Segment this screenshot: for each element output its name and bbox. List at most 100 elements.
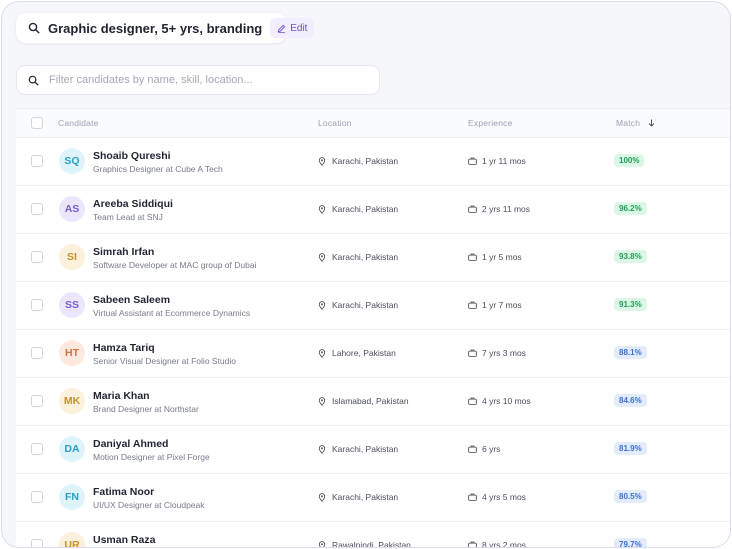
map-pin-icon: [318, 204, 327, 214]
table-row[interactable]: SS Sabeen Saleem Virtual Assistant at Ecom…: [16, 282, 730, 330]
match-badge: 93.8%: [614, 250, 647, 263]
experience-text: 4 yrs 10 mos: [482, 396, 531, 406]
candidate-title: Senior Visual Designer at Folio Studio: [93, 356, 237, 366]
table-row[interactable]: MK Maria Khan Brand Designer at Northstar I…: [16, 378, 730, 426]
candidate-title: Team Lead at SNJ: [93, 212, 163, 222]
map-pin-icon: [318, 300, 327, 310]
edit-label: Edit: [290, 22, 308, 34]
row-checkbox[interactable]: [31, 539, 43, 547]
candidate-experience: 8 yrs 2 mos: [468, 540, 526, 548]
candidate-title: UI/UX Designer at Cloudpeak: [93, 500, 205, 510]
location-text: Karachi, Pakistan: [332, 444, 399, 454]
match-badge: 79.7%: [614, 538, 647, 547]
row-checkbox[interactable]: [31, 395, 43, 407]
candidate-name[interactable]: Shoaib Qureshi: [93, 150, 171, 162]
map-pin-icon: [318, 540, 327, 547]
arrow-down-icon: [648, 119, 655, 127]
header-match: Match: [616, 118, 641, 128]
candidate-title: Virtual Assistant at Ecommerce Dynamics: [93, 308, 251, 318]
candidate-title: Software Developer at MAC group of Dubai: [93, 260, 257, 270]
row-checkbox[interactable]: [31, 491, 43, 503]
header-location[interactable]: Location: [318, 118, 352, 128]
table-body: SQ Shoaib Qureshi Graphics Designer at Cub…: [16, 138, 730, 548]
candidate-experience: 1 yr 11 mos: [468, 156, 526, 166]
avatar: FN: [59, 484, 85, 510]
map-pin-icon: [318, 492, 327, 502]
candidate-name[interactable]: Hamza Tariq: [93, 342, 155, 354]
filter-candidates-input[interactable]: [47, 73, 351, 87]
experience-text: 8 yrs 2 mos: [482, 540, 526, 548]
candidate-location: Karachi, Pakistan: [318, 156, 398, 166]
candidate-name[interactable]: Fatima Noor: [93, 486, 154, 498]
experience-text: 2 yrs 11 mos: [482, 204, 531, 214]
candidate-title: Brand Designer at Northstar: [93, 404, 199, 414]
table-row[interactable]: SI Simrah Irfan Software Developer at MAC …: [16, 234, 730, 282]
search-icon: [28, 75, 39, 86]
candidate-experience: 2 yrs 11 mos: [468, 204, 530, 214]
table-row[interactable]: FN Fatima Noor UI/UX Designer at Cloudpeak…: [16, 474, 730, 522]
avatar: SS: [59, 292, 85, 318]
candidate-location: Islamabad, Pakistan: [318, 396, 409, 406]
header-experience[interactable]: Experience: [468, 118, 513, 128]
briefcase-icon: [468, 349, 477, 358]
candidate-name[interactable]: Usman Raza: [93, 534, 155, 546]
search-query-chip[interactable]: Graphic designer, 5+ yrs, branding Edit: [16, 13, 315, 43]
row-checkbox[interactable]: [31, 251, 43, 263]
avatar: SQ: [59, 148, 85, 174]
match-badge: 100%: [614, 154, 645, 167]
avatar: AS: [59, 196, 85, 222]
header-match-sort[interactable]: Match: [616, 118, 655, 128]
select-all-checkbox[interactable]: [31, 117, 43, 129]
match-badge: 96.2%: [614, 202, 647, 215]
header-candidate[interactable]: Candidate: [58, 118, 99, 128]
candidate-name[interactable]: Simrah Irfan: [93, 246, 154, 258]
location-text: Karachi, Pakistan: [332, 252, 399, 262]
experience-text: 1 yr 5 mos: [482, 252, 522, 262]
location-text: Karachi, Pakistan: [332, 300, 399, 310]
table-row[interactable]: HT Hamza Tariq Senior Visual Designer at F…: [16, 330, 730, 378]
filter-candidates-field[interactable]: [16, 65, 380, 95]
candidate-location: Lahore, Pakistan: [318, 348, 396, 358]
experience-text: 7 yrs 3 mos: [482, 348, 526, 358]
map-pin-icon: [318, 348, 327, 358]
match-badge: 91.3%: [614, 298, 647, 311]
match-badge: 88.1%: [614, 346, 647, 359]
candidate-location: Karachi, Pakistan: [318, 252, 398, 262]
candidate-name[interactable]: Daniyal Ahmed: [93, 438, 168, 450]
row-checkbox[interactable]: [31, 155, 43, 167]
row-checkbox[interactable]: [31, 299, 43, 311]
candidate-name[interactable]: Areeba Siddiqui: [93, 198, 173, 210]
experience-text: 1 yr 11 mos: [482, 156, 526, 166]
table-row[interactable]: UR Usman Raza Rawalpindi, Pakistan 8 yrs 2 …: [16, 522, 730, 548]
table-row[interactable]: AS Areeba Siddiqui Team Lead at SNJ Karachi…: [16, 186, 730, 234]
row-checkbox[interactable]: [31, 347, 43, 359]
candidate-location: Karachi, Pakistan: [318, 492, 398, 502]
row-checkbox[interactable]: [31, 203, 43, 215]
briefcase-icon: [468, 493, 477, 502]
candidate-name[interactable]: Sabeen Saleem: [93, 294, 170, 306]
edit-query-button[interactable]: Edit: [270, 18, 315, 38]
briefcase-icon: [468, 541, 477, 547]
candidate-title: Graphics Designer at Cube A Tech: [93, 164, 223, 174]
candidate-location: Karachi, Pakistan: [318, 204, 398, 214]
briefcase-icon: [468, 301, 477, 310]
match-badge: 84.6%: [614, 394, 647, 407]
row-checkbox[interactable]: [31, 443, 43, 455]
candidate-experience: 1 yr 5 mos: [468, 252, 522, 262]
map-pin-icon: [318, 252, 327, 262]
briefcase-icon: [468, 397, 477, 406]
briefcase-icon: [468, 157, 477, 166]
candidate-experience: 4 yrs 10 mos: [468, 396, 531, 406]
table-row[interactable]: SQ Shoaib Qureshi Graphics Designer at Cub…: [16, 138, 730, 186]
experience-text: 4 yrs 5 mos: [482, 492, 526, 502]
candidate-panel: Graphic designer, 5+ yrs, branding Edit …: [1, 1, 731, 548]
table-row[interactable]: DA Daniyal Ahmed Motion Designer at Pixel …: [16, 426, 730, 474]
experience-text: 1 yr 7 mos: [482, 300, 522, 310]
map-pin-icon: [318, 156, 327, 166]
table-header: Candidate Location Experience Match: [16, 109, 730, 138]
candidate-experience: 7 yrs 3 mos: [468, 348, 526, 358]
briefcase-icon: [468, 253, 477, 262]
candidate-name[interactable]: Maria Khan: [93, 390, 150, 402]
candidate-location: Rawalpindi, Pakistan: [318, 540, 411, 547]
candidates-table: Candidate Location Experience Match SQ Sh…: [16, 108, 730, 548]
